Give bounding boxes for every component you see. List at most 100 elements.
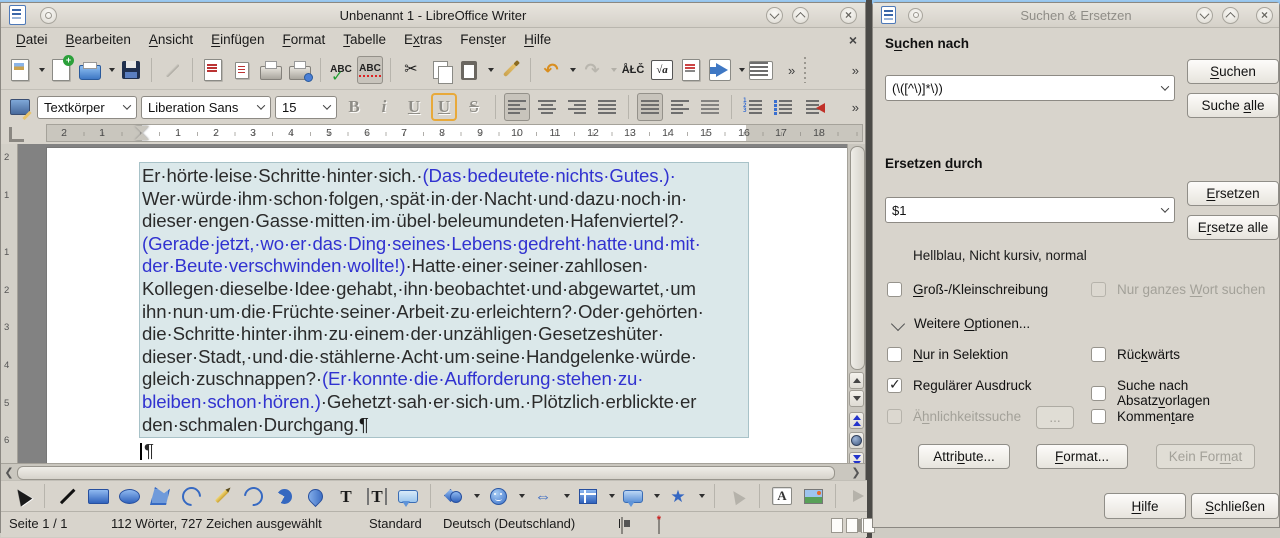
backwards-checkbox[interactable] xyxy=(1091,347,1106,362)
new-document-button[interactable] xyxy=(7,56,33,84)
replace-all-button[interactable]: Ersetze alle xyxy=(1187,215,1279,240)
undo-dropdown-icon[interactable] xyxy=(570,68,576,72)
no-list-button[interactable] xyxy=(800,93,826,121)
text-line[interactable]: Er·hörte·leise·Schritte·hinter·sich.·(Da… xyxy=(142,165,748,188)
special-character-button[interactable]: ÅŁČ xyxy=(620,56,646,84)
extrusion-button[interactable] xyxy=(845,482,871,510)
document-page[interactable]: Er·hörte·leise·Schritte·hinter·sich.·(Da… xyxy=(46,147,847,463)
text-line[interactable]: dieser·Stadt,·und·die·stählerne·Acht·um·… xyxy=(142,346,748,369)
close-button[interactable]: × xyxy=(840,6,857,24)
line-spacing-1-button[interactable] xyxy=(637,93,663,121)
close-dialog-button[interactable]: Schließen xyxy=(1191,493,1279,519)
callouts-button[interactable] xyxy=(620,482,646,510)
text-line[interactable]: (Gerade·jetzt,·wo·er·das·Ding·seines·Leb… xyxy=(142,233,748,256)
text-box-button[interactable]: T xyxy=(333,482,359,510)
multi-page-view-icon[interactable] xyxy=(846,518,858,533)
backwards-option[interactable]: Rückwärts xyxy=(1091,347,1180,362)
flowchart-dropdown-icon[interactable] xyxy=(609,494,615,498)
align-justify-button[interactable] xyxy=(594,93,620,121)
clone-formatting-button[interactable] xyxy=(497,56,523,84)
text-line[interactable]: die·Schritte·hinter·ihm·zu·einem·der·unz… xyxy=(142,323,748,346)
font-name-combobox[interactable]: Liberation Sans xyxy=(141,95,271,119)
redo-dropdown-icon[interactable] xyxy=(611,68,617,72)
menu-bearbeiten[interactable]: Bearbeiten xyxy=(57,30,140,49)
export-pdf-button[interactable] xyxy=(200,56,226,84)
scroll-left-icon[interactable]: ❮ xyxy=(2,465,16,479)
replace-button[interactable]: Ersetzen xyxy=(1187,181,1279,206)
freeform-line-button[interactable] xyxy=(209,482,235,510)
case-sensitive-checkbox[interactable] xyxy=(887,282,902,297)
numbered-list-button[interactable] xyxy=(740,93,766,121)
vertical-text-button[interactable]: T xyxy=(364,482,390,510)
basic-shapes-button[interactable] xyxy=(440,482,466,510)
align-right-button[interactable] xyxy=(564,93,590,121)
strikethrough-button[interactable]: S xyxy=(461,93,487,121)
previous-page-button[interactable] xyxy=(849,412,864,429)
circle-segment-button[interactable] xyxy=(302,482,328,510)
maximize-button[interactable] xyxy=(792,6,809,24)
italic-button[interactable]: i xyxy=(371,93,397,121)
menu-tabelle[interactable]: Tabelle xyxy=(334,30,395,49)
search-input[interactable]: (\([^\)]*\)) xyxy=(885,75,1175,101)
block-arrows-button[interactable]: ⇔ xyxy=(530,482,556,510)
horizontal-scrollbar[interactable]: ❮ ❯ xyxy=(1,463,865,480)
close-document-icon[interactable]: × xyxy=(849,32,857,48)
minimize-button[interactable] xyxy=(766,6,783,24)
vertical-ruler[interactable]: 2 1 1 2 3 4 5 6 xyxy=(1,144,18,463)
titlebar[interactable]: Unbenannt 1 - LibreOffice Writer × xyxy=(1,3,865,28)
export-pdf-direct-button[interactable] xyxy=(229,56,255,84)
vertical-scrollbar[interactable] xyxy=(847,144,865,469)
insert-rectangle-button[interactable] xyxy=(85,482,111,510)
new-page-button[interactable]: + xyxy=(48,55,74,84)
text-line[interactable]: Kollegen·dieselbe·Idee·gehabt,·ihn·beoba… xyxy=(142,278,748,301)
copy-button[interactable] xyxy=(427,56,453,84)
paste-button[interactable] xyxy=(456,56,482,84)
comments-option[interactable]: Kommentare xyxy=(1091,409,1194,424)
selection-only-checkbox[interactable] xyxy=(887,347,902,362)
footnote-button[interactable] xyxy=(678,56,704,84)
menu-datei[interactable]: Datei xyxy=(7,30,57,49)
scroll-up-button[interactable] xyxy=(849,372,864,389)
menu-einfgen[interactable]: Einfügen xyxy=(202,30,273,49)
open-button[interactable] xyxy=(77,56,103,84)
auto-spellcheck-button[interactable]: ABC xyxy=(357,56,383,84)
horizontal-scrollbar-thumb[interactable] xyxy=(17,466,835,480)
undo-button[interactable]: ↶ xyxy=(538,56,564,84)
symbol-shapes-button[interactable] xyxy=(485,482,511,510)
menu-format[interactable]: Format xyxy=(273,30,334,49)
document-modified-icon[interactable]: * xyxy=(657,514,661,534)
page-style-status[interactable]: Standard xyxy=(369,516,422,531)
open-dropdown-icon[interactable] xyxy=(109,68,115,72)
save-button[interactable] xyxy=(118,56,144,84)
font-size-combobox[interactable]: 15 xyxy=(275,95,337,119)
align-center-button[interactable] xyxy=(534,93,560,121)
align-left-button[interactable] xyxy=(504,93,530,121)
more-options-toggle[interactable]: Weitere Optionen... xyxy=(890,316,1030,331)
nonprinting-characters-button[interactable] xyxy=(748,56,774,84)
polygon-button[interactable] xyxy=(147,482,173,510)
help-button[interactable]: Hilfe xyxy=(1104,493,1186,519)
text-line[interactable]: dieser·engen·Gasse·mitten·im·übel·beleum… xyxy=(142,210,748,233)
insert-image-button[interactable] xyxy=(800,482,826,510)
formula-button[interactable]: √a xyxy=(649,56,675,84)
symbol-shapes-dropdown-icon[interactable] xyxy=(519,494,525,498)
text-line[interactable]: ihn·nun·um·die·Früchte·seiner·Arbeit·zu·… xyxy=(142,301,748,324)
paragraph-style-combobox[interactable]: Textkörper xyxy=(37,95,137,119)
toolbar-overflow-button[interactable]: » xyxy=(785,63,797,78)
paragraph-styles-option[interactable]: Suche nach Absatzvorlagen xyxy=(1091,378,1279,408)
menu-fenster[interactable]: Fenster xyxy=(451,30,515,49)
line-spacing-15-button[interactable] xyxy=(667,93,693,121)
search-all-button[interactable]: Suche alle xyxy=(1187,93,1279,118)
menu-extras[interactable]: Extras xyxy=(395,30,451,49)
vertical-scrollbar-thumb[interactable] xyxy=(850,146,865,370)
insert-ellipse-button[interactable] xyxy=(116,482,142,510)
text-line[interactable]: gleich·zuschnappen?·(Er·konnte·die·Auffo… xyxy=(142,368,748,391)
dialog-titlebar[interactable]: Suchen & Ersetzen × xyxy=(873,3,1279,28)
callout-button[interactable] xyxy=(395,482,421,510)
single-page-view-icon[interactable] xyxy=(831,518,843,533)
paste-dropdown-icon[interactable] xyxy=(488,68,494,72)
text-line[interactable]: Wer·würde·ihm·schon·folgen,·spät·in·der·… xyxy=(142,188,748,211)
dialog-minimize-button[interactable] xyxy=(1196,6,1213,24)
edit-points-button[interactable] xyxy=(724,482,750,510)
word-count-status[interactable]: 112 Wörter, 727 Zeichen ausgewählt xyxy=(111,516,322,531)
